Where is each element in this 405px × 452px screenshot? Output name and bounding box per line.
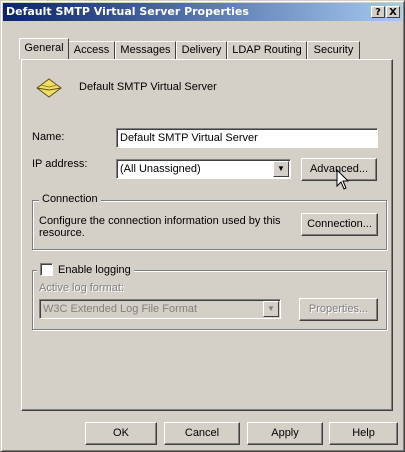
tab-security[interactable]: Security	[307, 41, 360, 59]
ok-button[interactable]: OK	[85, 422, 157, 445]
mouse-cursor-icon	[336, 169, 350, 190]
envelope-icon	[36, 78, 62, 98]
name-field[interactable]: Default SMTP Virtual Server	[116, 128, 378, 148]
enable-logging-checkbox[interactable]	[40, 263, 53, 276]
window-title: Default SMTP Virtual Server Properties	[6, 5, 249, 18]
tab-ldap-routing[interactable]: LDAP Routing	[227, 41, 307, 59]
dropdown-arrow-icon[interactable]: ▼	[273, 161, 289, 177]
logging-group: Enable logging Active log format: W3C Ex…	[32, 263, 387, 330]
log-format-label: Active log format:	[39, 282, 124, 294]
name-label: Name:	[32, 131, 65, 143]
tab-delivery[interactable]: Delivery	[176, 41, 227, 59]
properties-button[interactable]: Properties...	[299, 298, 378, 321]
connection-group: Connection Configure the connection info…	[32, 193, 387, 250]
help-button[interactable]: Help	[329, 422, 398, 445]
server-name-header: Default SMTP Virtual Server	[79, 81, 217, 93]
ip-address-label: IP address:	[32, 158, 88, 170]
dropdown-arrow-icon[interactable]: ▼	[263, 301, 279, 317]
enable-logging-label: Enable logging	[58, 264, 131, 276]
tab-general[interactable]: General	[19, 38, 69, 59]
log-format-value: W3C Extended Log File Format	[43, 303, 198, 315]
log-format-dropdown[interactable]: W3C Extended Log File Format ▼	[39, 299, 281, 319]
apply-button[interactable]: Apply	[247, 422, 323, 445]
properties-dialog: Default SMTP Virtual Server Properties ?…	[0, 0, 405, 452]
close-button[interactable]: X	[386, 6, 400, 18]
general-tab-panel: Default SMTP Virtual Server Name: Defaul…	[21, 59, 393, 411]
tab-access[interactable]: Access	[68, 41, 115, 59]
ip-address-value: (All Unassigned)	[120, 163, 201, 175]
cancel-button[interactable]: Cancel	[164, 422, 240, 445]
connection-button[interactable]: Connection...	[301, 213, 378, 236]
connection-description: Configure the connection information use…	[39, 215, 281, 239]
help-title-button[interactable]: ?	[371, 6, 385, 18]
title-bar: Default SMTP Virtual Server Properties ?…	[3, 3, 402, 21]
enable-logging-row[interactable]: Enable logging	[37, 263, 134, 276]
ip-address-dropdown[interactable]: (All Unassigned) ▼	[116, 159, 291, 179]
tab-messages[interactable]: Messages	[115, 41, 176, 59]
connection-group-title: Connection	[39, 193, 101, 205]
